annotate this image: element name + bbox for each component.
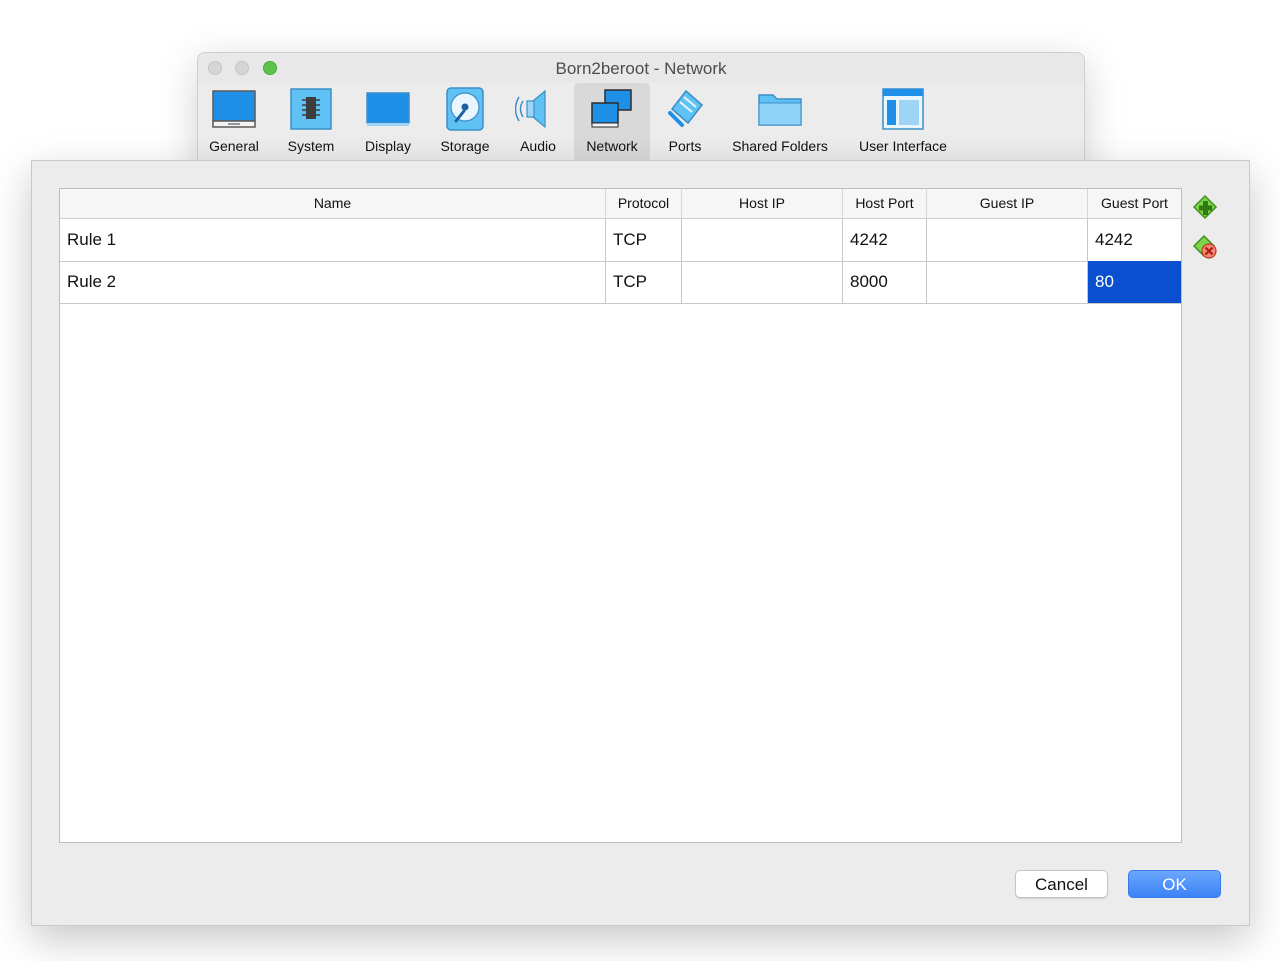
remove-rule-icon[interactable] (1191, 233, 1219, 261)
column-header-host-port[interactable]: Host Port (843, 189, 927, 218)
cell-host-ip[interactable] (682, 219, 843, 261)
port-forwarding-sheet: Name Protocol Host IP Host Port Guest IP… (31, 160, 1250, 926)
toolbar-item-user-interface[interactable]: User Interface (850, 83, 956, 161)
system-icon (290, 88, 332, 130)
toolbar-label-storage: Storage (440, 138, 490, 154)
cell-host-ip[interactable] (682, 261, 843, 303)
toolbar-label-general: General (209, 138, 259, 154)
cell-guest-ip[interactable] (927, 261, 1088, 303)
toolbar-item-shared-folders[interactable]: Shared Folders (725, 83, 835, 161)
audio-icon (515, 89, 546, 129)
cell-protocol[interactable]: TCP (606, 261, 682, 303)
toolbar-label-shared-folders: Shared Folders (732, 138, 828, 154)
ok-button[interactable]: OK (1128, 870, 1221, 898)
ports-icon (668, 89, 704, 127)
column-header-guest-port[interactable]: Guest Port (1088, 189, 1181, 218)
port-forwarding-table[interactable]: Name Protocol Host IP Host Port Guest IP… (59, 188, 1182, 843)
general-icon (212, 90, 256, 128)
toolbar-item-general[interactable]: General (203, 83, 265, 161)
toolbar-label-audio: Audio (520, 138, 556, 154)
column-header-host-ip[interactable]: Host IP (682, 189, 843, 218)
toolbar-item-system[interactable]: System (280, 83, 342, 161)
toolbar-label-user-interface: User Interface (859, 138, 947, 154)
toolbar-item-ports[interactable]: Ports (654, 83, 716, 161)
add-rule-icon[interactable] (1191, 193, 1219, 221)
cell-name[interactable]: Rule 2 (60, 261, 606, 303)
toolbar-label-network: Network (586, 138, 638, 154)
toolbar-item-network[interactable]: Network (574, 83, 650, 161)
toolbar-label-display: Display (365, 138, 411, 154)
table-row[interactable]: Rule 2 TCP 8000 80 (60, 261, 1181, 304)
storage-icon (446, 87, 484, 131)
shared-folders-icon (758, 94, 802, 126)
window-title: Born2beroot - Network (555, 59, 727, 78)
column-header-name[interactable]: Name (60, 189, 606, 218)
toolbar-item-audio[interactable]: Audio (507, 83, 569, 161)
table-row[interactable]: Rule 1 TCP 4242 4242 (60, 219, 1181, 262)
toolbar-label-system: System (287, 138, 335, 154)
cell-name[interactable]: Rule 1 (60, 219, 606, 261)
toolbar-label-ports: Ports (668, 138, 702, 154)
toolbar-item-storage[interactable]: Storage (434, 83, 496, 161)
table-header: Name Protocol Host IP Host Port Guest IP… (60, 189, 1181, 219)
network-icon (591, 89, 632, 128)
cell-host-port[interactable]: 8000 (843, 261, 927, 303)
cell-guest-port-selected[interactable]: 80 (1088, 261, 1181, 303)
cell-guest-port[interactable]: 4242 (1088, 219, 1181, 261)
cell-protocol[interactable]: TCP (606, 219, 682, 261)
user-interface-icon (882, 88, 924, 130)
column-header-protocol[interactable]: Protocol (606, 189, 682, 218)
display-icon (366, 92, 410, 126)
cancel-button[interactable]: Cancel (1015, 870, 1108, 898)
cell-guest-ip[interactable] (927, 219, 1088, 261)
cell-host-port[interactable]: 4242 (843, 219, 927, 261)
toolbar-item-display[interactable]: Display (357, 83, 419, 161)
column-header-guest-ip[interactable]: Guest IP (927, 189, 1088, 218)
title-bar: Born2beroot - Network (198, 53, 1084, 83)
